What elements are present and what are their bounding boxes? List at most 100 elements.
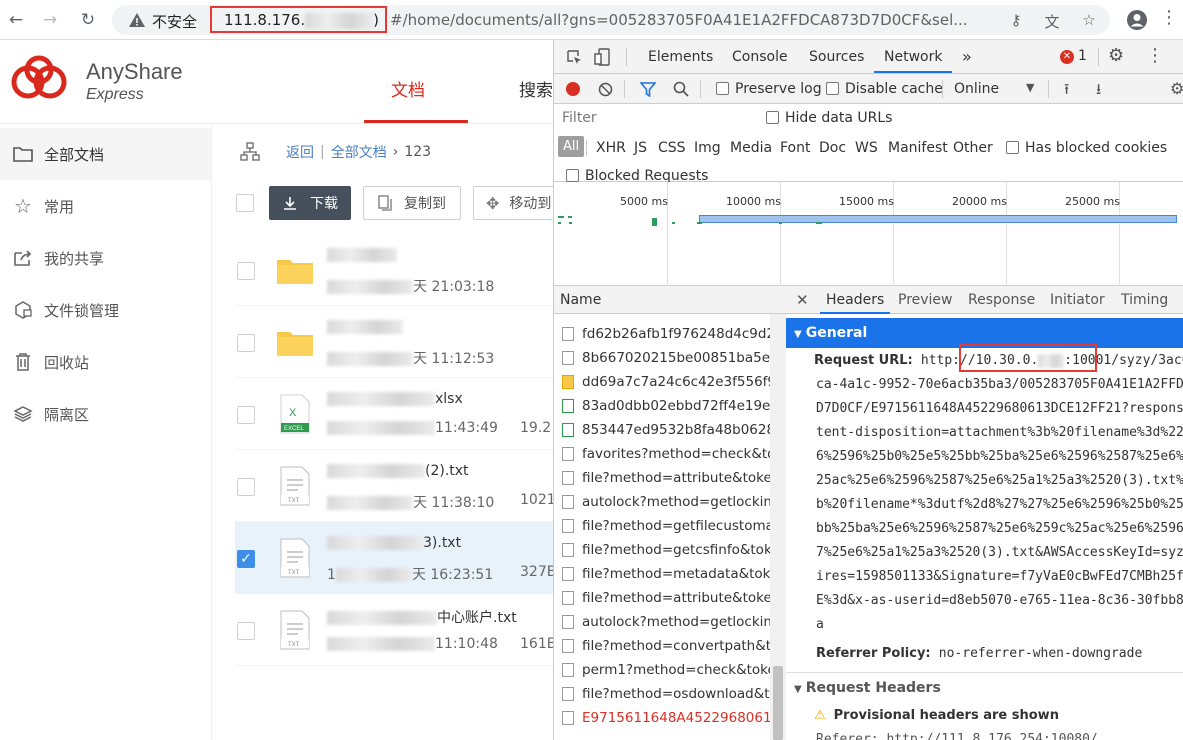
translate-icon[interactable]: 文 [1042, 11, 1062, 31]
network-settings-icon[interactable]: ⚙ [1170, 79, 1183, 98]
row-checkbox[interactable] [237, 478, 255, 496]
type-filter-media[interactable]: Media [730, 140, 772, 156]
request-row[interactable]: 853447ed9532b8fa48b06283b [554, 418, 770, 442]
key-icon[interactable]: ⚷ [1006, 11, 1026, 31]
request-row[interactable]: dd69a7c7a24c6c42e3f556f97 [554, 370, 770, 394]
nav-search[interactable]: 搜索 [519, 76, 553, 101]
request-row[interactable]: autolock?method=getlockinfo [554, 610, 770, 634]
profile-avatar-icon[interactable] [1126, 9, 1148, 31]
file-modified: 天 21:03:18 [327, 276, 494, 296]
type-filter-css[interactable]: CSS [658, 140, 686, 156]
file-row[interactable]: TXT 中心账户.txt 11:10:48 161B [235, 594, 553, 666]
sidebar-item-my-share[interactable]: 我的共享 [0, 232, 211, 284]
reload-icon[interactable]: ↻ [74, 6, 102, 34]
type-filter-manifest[interactable]: Manifest [888, 140, 948, 156]
sidebar-item-favorites[interactable]: ☆ 常用 [0, 180, 211, 232]
tab-preview[interactable]: Preview [898, 286, 953, 314]
select-all-checkbox[interactable] [236, 194, 254, 212]
tab-timing[interactable]: Timing [1121, 286, 1168, 314]
tab-response[interactable]: Response [968, 286, 1035, 314]
row-checkbox-checked[interactable]: ✓ [237, 550, 255, 568]
forward-arrow-icon[interactable]: → [36, 6, 64, 34]
type-filter-all[interactable]: All [558, 136, 585, 157]
throttle-select[interactable]: Online [954, 81, 999, 97]
sidebar-item-all-docs[interactable]: 全部文档 [0, 128, 211, 180]
request-row[interactable]: file?method=metadata&toker [554, 562, 770, 586]
tab-network[interactable]: Network [874, 40, 953, 73]
breadcrumb-all-docs[interactable]: 全部文档 [331, 142, 387, 162]
row-checkbox[interactable] [237, 262, 255, 280]
type-filter-doc[interactable]: Doc [819, 140, 846, 156]
request-headers-section-header[interactable]: ▼ Request Headers [786, 676, 1183, 702]
move-to-button[interactable]: ✥ 移动到 [473, 186, 553, 220]
file-row[interactable]: 天 11:12:53 [235, 306, 553, 378]
filter-input[interactable]: Filter [558, 108, 748, 130]
tab-sources[interactable]: Sources [809, 40, 864, 73]
request-row[interactable]: favorites?method=check&tok [554, 442, 770, 466]
tree-icon[interactable] [240, 142, 260, 162]
type-filter-xhr[interactable]: XHR [596, 140, 626, 156]
preserve-log-checkbox[interactable]: Preserve log [716, 81, 822, 97]
request-row[interactable]: file?method=getfilecustomatt [554, 514, 770, 538]
column-header-name[interactable]: Name [554, 286, 786, 314]
error-count[interactable]: 1 [1078, 48, 1087, 64]
download-button[interactable]: 下载 [269, 186, 351, 220]
sidebar-item-file-lock[interactable]: 文件锁管理 [0, 284, 211, 336]
menu-kebab-icon[interactable]: ⋮ [1160, 7, 1178, 28]
copy-to-button[interactable]: 复制到 [363, 186, 461, 220]
close-icon[interactable]: ✕ [796, 286, 809, 314]
request-row[interactable]: 8b667020215be00851ba5e63 [554, 346, 770, 370]
type-filter-ws[interactable]: WS [855, 140, 878, 156]
type-filter-other[interactable]: Other [953, 140, 993, 156]
sidebar-item-recycle-bin[interactable]: 回收站 [0, 336, 211, 388]
request-row[interactable]: file?method=osdownload&to [554, 682, 770, 706]
disable-cache-checkbox[interactable]: Disable cache [826, 81, 943, 97]
request-row[interactable]: file?method=getcsfinfo&toke [554, 538, 770, 562]
type-filter-font[interactable]: Font [780, 140, 810, 156]
file-row-selected[interactable]: ✓ TXT 3).txt 1天 16:23:51 327B [235, 522, 553, 594]
row-checkbox[interactable] [237, 334, 255, 352]
request-row-failed[interactable]: E9715611648A45229680613D [554, 706, 770, 730]
star-bookmark-icon[interactable]: ☆ [1079, 11, 1099, 31]
nav-documents[interactable]: 文档 [391, 76, 425, 101]
row-checkbox[interactable] [237, 406, 255, 424]
record-icon[interactable] [566, 82, 580, 96]
clear-icon[interactable] [598, 82, 613, 97]
breadcrumb-back[interactable]: 返回 [286, 142, 314, 162]
devtools-menu-icon[interactable]: ⋮ [1146, 45, 1164, 66]
tab-headers[interactable]: Headers [820, 286, 891, 314]
address-bar[interactable]: 不安全 111.8.176.) #/home/documents/all?gns… [112, 5, 1110, 35]
request-row[interactable]: perm1?method=check&toker [554, 658, 770, 682]
network-timeline[interactable]: 5000 ms 10000 ms 15000 ms 20000 ms 25000… [554, 182, 1183, 286]
request-row[interactable]: file?method=attribute&token [554, 586, 770, 610]
export-har-icon[interactable]: ⭳ [1096, 79, 1101, 104]
device-toolbar-icon[interactable] [594, 48, 612, 66]
tab-initiator[interactable]: Initiator [1050, 286, 1105, 314]
file-row[interactable]: TXT (2).txt 天 11:38:10 1021 [235, 450, 553, 522]
tab-elements[interactable]: Elements [648, 40, 713, 73]
hide-data-urls-checkbox[interactable]: Hide data URLs [766, 110, 892, 126]
filter-icon[interactable] [640, 82, 656, 97]
row-checkbox[interactable] [237, 622, 255, 640]
has-blocked-cookies-checkbox[interactable]: Has blocked cookies [1006, 140, 1167, 156]
back-arrow-icon[interactable]: ← [2, 6, 30, 34]
request-row[interactable]: autolock?method=getlockinfo [554, 490, 770, 514]
chevron-down-icon[interactable]: ▼ [1026, 81, 1034, 94]
error-icon[interactable]: ✕ [1060, 50, 1074, 64]
file-row[interactable]: X EXCEL xlsx 11:43:49 19.2 [235, 378, 553, 450]
inspect-element-icon[interactable] [566, 49, 583, 66]
import-har-icon[interactable]: ⭱ [1064, 79, 1069, 104]
request-row[interactable]: file?method=attribute&token [554, 466, 770, 490]
search-icon[interactable] [673, 81, 689, 97]
scrollbar-thumb[interactable] [773, 666, 783, 740]
type-filter-js[interactable]: JS [634, 140, 647, 156]
file-row[interactable]: 天 21:03:18 [235, 234, 553, 306]
request-row[interactable]: file?method=convertpath&to. [554, 634, 770, 658]
tab-console[interactable]: Console [732, 40, 788, 73]
request-row[interactable]: fd62b26afb1f976248d4c9d2d... [554, 322, 770, 346]
sidebar-item-quarantine[interactable]: 隔离区 [0, 388, 211, 440]
type-filter-img[interactable]: Img [694, 140, 721, 156]
request-row[interactable]: 83ad0dbb02ebbd72ff4e19eb0 [554, 394, 770, 418]
more-tabs-icon[interactable]: » [962, 40, 972, 73]
gear-icon[interactable]: ⚙ [1108, 45, 1124, 66]
